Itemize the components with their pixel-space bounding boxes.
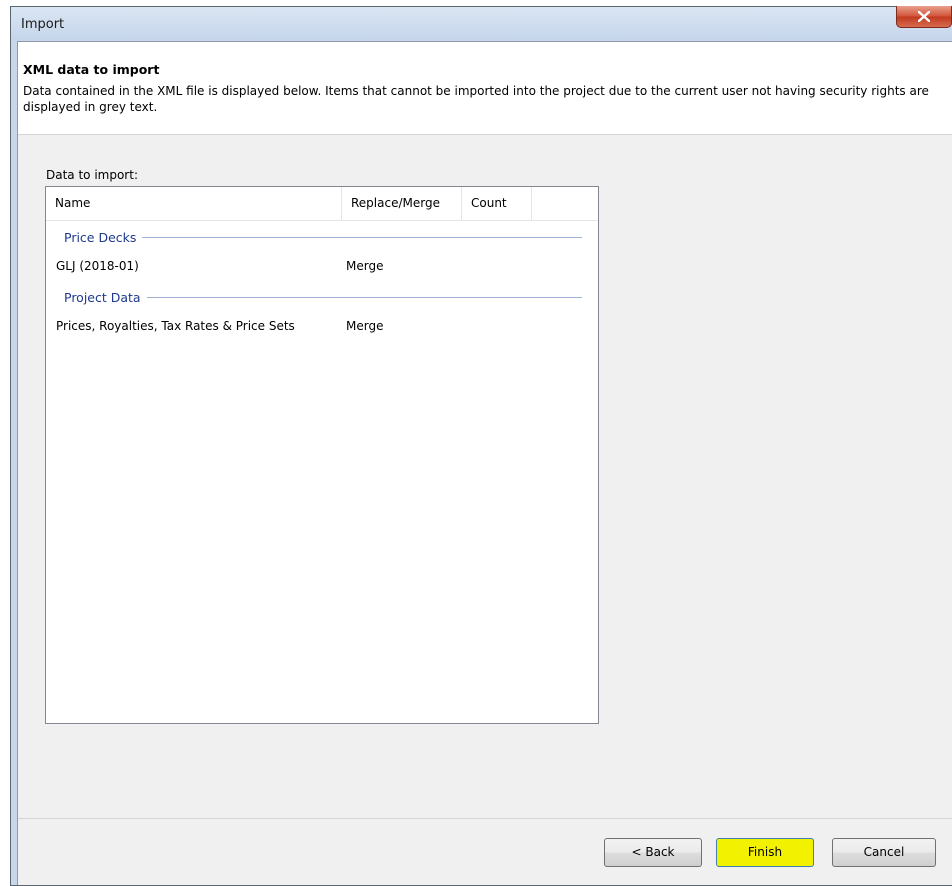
dialog-body: XML data to import Data contained in the… [17,41,952,885]
footer-divider [18,818,952,819]
group-header-project-data[interactable]: Project Data [64,287,582,307]
column-header-replace-merge[interactable]: Replace/Merge [342,187,462,220]
item-replace-merge: Merge [346,259,384,273]
window-title: Import [21,17,65,32]
wizard-header: XML data to import Data contained in the… [18,42,952,135]
group-divider [146,296,582,298]
import-dialog: Import XML data to import Data contained… [10,6,952,886]
back-button[interactable]: < Back [604,838,702,867]
column-header-name[interactable]: Name [46,187,342,220]
finish-button[interactable]: Finish [716,838,814,867]
list-item[interactable]: GLJ (2018-01) Merge [46,256,598,276]
list-item[interactable]: Prices, Royalties, Tax Rates & Price Set… [46,316,598,336]
item-name: Prices, Royalties, Tax Rates & Price Set… [56,319,295,333]
group-divider [142,236,582,238]
column-header-count[interactable]: Count [462,187,532,220]
item-name: GLJ (2018-01) [56,259,139,273]
group-label: Project Data [64,289,141,305]
close-button[interactable] [896,6,952,28]
item-replace-merge: Merge [346,319,384,333]
list-header: Name Replace/Merge Count [46,187,598,221]
title-bar[interactable]: Import [11,6,952,41]
cancel-button[interactable]: Cancel [832,838,936,867]
import-list[interactable]: Name Replace/Merge Count Price Decks GLJ… [45,186,599,724]
header-title: XML data to import [23,62,160,77]
group-header-price-decks[interactable]: Price Decks [64,227,582,247]
close-icon [918,11,930,22]
header-description: Data contained in the XML file is displa… [23,84,929,114]
data-to-import-label: Data to import: [46,168,138,182]
group-label: Price Decks [64,229,137,245]
